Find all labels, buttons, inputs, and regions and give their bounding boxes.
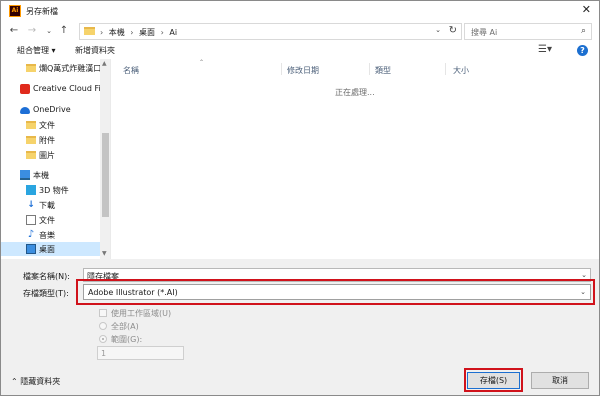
music-icon: ♪ <box>27 229 35 240</box>
all-artboards-label: 全部(A) <box>111 322 139 331</box>
all-artboards-radio[interactable] <box>99 322 107 330</box>
scrollbar-thumb[interactable] <box>102 133 109 217</box>
computer-icon <box>20 170 30 180</box>
breadcrumb-separator: › <box>100 28 104 37</box>
use-artboards-label: 使用工作區域(U) <box>111 309 172 318</box>
up-arrow-icon[interactable]: ↑ <box>57 24 71 38</box>
filetype-label: 存檔類型(T): <box>23 289 69 298</box>
folder-icon <box>26 136 36 144</box>
hide-folders-toggle[interactable]: ⌃ 隱藏資料夾 <box>11 376 60 387</box>
nav-item-3d-objects[interactable]: 3D 物件 <box>1 183 100 197</box>
nav-item-label: 桌面 <box>39 245 55 254</box>
nav-item-downloads[interactable]: ↓ 下載 <box>1 198 100 212</box>
range-radio[interactable] <box>99 335 107 343</box>
search-placeholder: 搜尋 Ai <box>471 28 498 37</box>
chevron-down-icon[interactable]: ⌄ <box>581 271 587 279</box>
document-icon <box>26 215 36 225</box>
column-divider[interactable] <box>445 63 446 75</box>
organize-button[interactable]: 組合管理 ▾ <box>17 45 56 56</box>
breadcrumb-item-ai[interactable]: Ai <box>169 28 177 37</box>
save-as-dialog: Ai 另存新檔 ✕ ← → ⌄ ↑ › 本機 › 桌面 › Ai ⌄ ↻ 搜尋 … <box>0 0 600 396</box>
nav-item-documents[interactable]: 文件 <box>1 118 100 132</box>
column-header-size[interactable]: 大小 <box>453 65 469 76</box>
nav-item-docs[interactable]: 文件 <box>1 213 100 227</box>
nav-item-label: 文件 <box>39 216 55 225</box>
scroll-up-icon[interactable]: ▲ <box>102 60 107 67</box>
illustrator-app-icon: Ai <box>9 5 21 17</box>
help-icon[interactable]: ? <box>577 45 588 56</box>
scroll-down-icon[interactable]: ▼ <box>102 250 107 257</box>
chevron-up-icon: ⌃ <box>11 377 18 386</box>
view-options-icon[interactable]: ☰▾ <box>538 44 552 55</box>
nav-item-label: 3D 物件 <box>39 186 69 195</box>
nav-item-onedrive[interactable]: OneDrive <box>1 103 100 117</box>
column-divider[interactable] <box>369 63 370 75</box>
search-icon: ⌕ <box>580 26 586 36</box>
breadcrumb: › 本機 › 桌面 › Ai <box>100 27 180 38</box>
breadcrumb-item-pc[interactable]: 本機 <box>109 28 125 37</box>
address-bar[interactable]: › 本機 › 桌面 › Ai ⌄ ↻ <box>79 23 462 40</box>
cancel-button[interactable]: 取消 <box>531 372 589 389</box>
close-icon[interactable]: ✕ <box>582 3 591 16</box>
search-input[interactable]: 搜尋 Ai ⌕ <box>464 23 592 40</box>
hide-folders-label: 隱藏資料夾 <box>20 377 61 386</box>
file-list: ⌃ 名稱 修改日期 類型 大小 正在處理... <box>111 59 599 259</box>
navigation-bar: ← → ⌄ ↑ › 本機 › 桌面 › Ai ⌄ ↻ 搜尋 Ai ⌕ <box>1 21 599 43</box>
nav-item-label: 爛Q萬式炸雞漢口門 <box>39 64 110 73</box>
recent-dropdown-icon[interactable]: ⌄ <box>42 24 56 38</box>
nav-item-label: 音樂 <box>39 231 55 240</box>
column-header-modified[interactable]: 修改日期 <box>287 65 319 76</box>
range-label: 範圍(G): <box>111 335 143 344</box>
breadcrumb-item-desktop[interactable]: 桌面 <box>139 28 155 37</box>
column-header-name[interactable]: 名稱 <box>123 65 139 76</box>
nav-item-music[interactable]: ♪ 音樂 <box>1 228 100 242</box>
range-value: 1 <box>101 349 107 358</box>
use-artboards-checkbox[interactable] <box>99 309 107 317</box>
navigation-pane: 爛Q萬式炸雞漢口門 Creative Cloud Files OneDrive … <box>1 59 111 259</box>
nav-item-creative-cloud[interactable]: Creative Cloud Files <box>1 82 110 96</box>
new-folder-button[interactable]: 新增資料夾 <box>75 45 115 56</box>
save-highlight-box <box>464 368 523 392</box>
save-options-panel: 檔案名稱(N): 隱存檔案 ⌄ 存檔類型(T): Adobe Illustrat… <box>1 259 599 395</box>
nav-item-label: 圖片 <box>39 151 55 160</box>
processing-status: 正在處理... <box>335 88 375 97</box>
column-header-type[interactable]: 類型 <box>375 65 391 76</box>
address-dropdown-icon[interactable]: ⌄ <box>435 26 441 34</box>
nav-item-pictures[interactable]: 圖片 <box>1 148 100 162</box>
filetype-highlight-box <box>76 279 595 305</box>
range-input[interactable]: 1 <box>97 346 184 360</box>
breadcrumb-separator: › <box>160 28 164 37</box>
nav-item-label: OneDrive <box>33 105 71 114</box>
sort-indicator-icon: ⌃ <box>199 59 205 66</box>
nav-item-desktop[interactable]: 桌面 <box>1 242 100 256</box>
creative-cloud-icon <box>20 84 30 94</box>
download-icon: ↓ <box>27 200 35 210</box>
forward-arrow-icon[interactable]: → <box>25 24 39 38</box>
refresh-icon[interactable]: ↻ <box>449 25 457 36</box>
folder-icon <box>26 64 36 72</box>
desktop-icon <box>26 244 36 254</box>
filename-label: 檔案名稱(N): <box>23 272 70 281</box>
window-title: 另存新檔 <box>26 7 58 16</box>
folder-icon <box>26 121 36 129</box>
title-bar: Ai 另存新檔 ✕ <box>1 1 599 21</box>
3d-objects-icon <box>26 185 36 195</box>
nav-item-food-folder[interactable]: 爛Q萬式炸雞漢口門 <box>1 61 109 75</box>
nav-item-label: 附件 <box>39 136 55 145</box>
breadcrumb-separator: › <box>130 28 134 37</box>
nav-item-label: 文件 <box>39 121 55 130</box>
back-arrow-icon[interactable]: ← <box>7 24 21 38</box>
folder-icon <box>26 151 36 159</box>
command-toolbar: 組合管理 ▾ 新增資料夾 ☰▾ ? <box>1 43 599 59</box>
onedrive-icon <box>20 107 30 114</box>
folder-icon <box>84 27 95 35</box>
column-divider[interactable] <box>281 63 282 75</box>
nav-pane-scrollbar[interactable]: ▲ ▼ <box>100 59 110 259</box>
nav-item-attachments[interactable]: 附件 <box>1 133 100 147</box>
nav-item-label: 下載 <box>39 201 55 210</box>
nav-item-this-pc[interactable]: 本機 <box>1 168 100 182</box>
nav-item-label: 本機 <box>33 171 49 180</box>
